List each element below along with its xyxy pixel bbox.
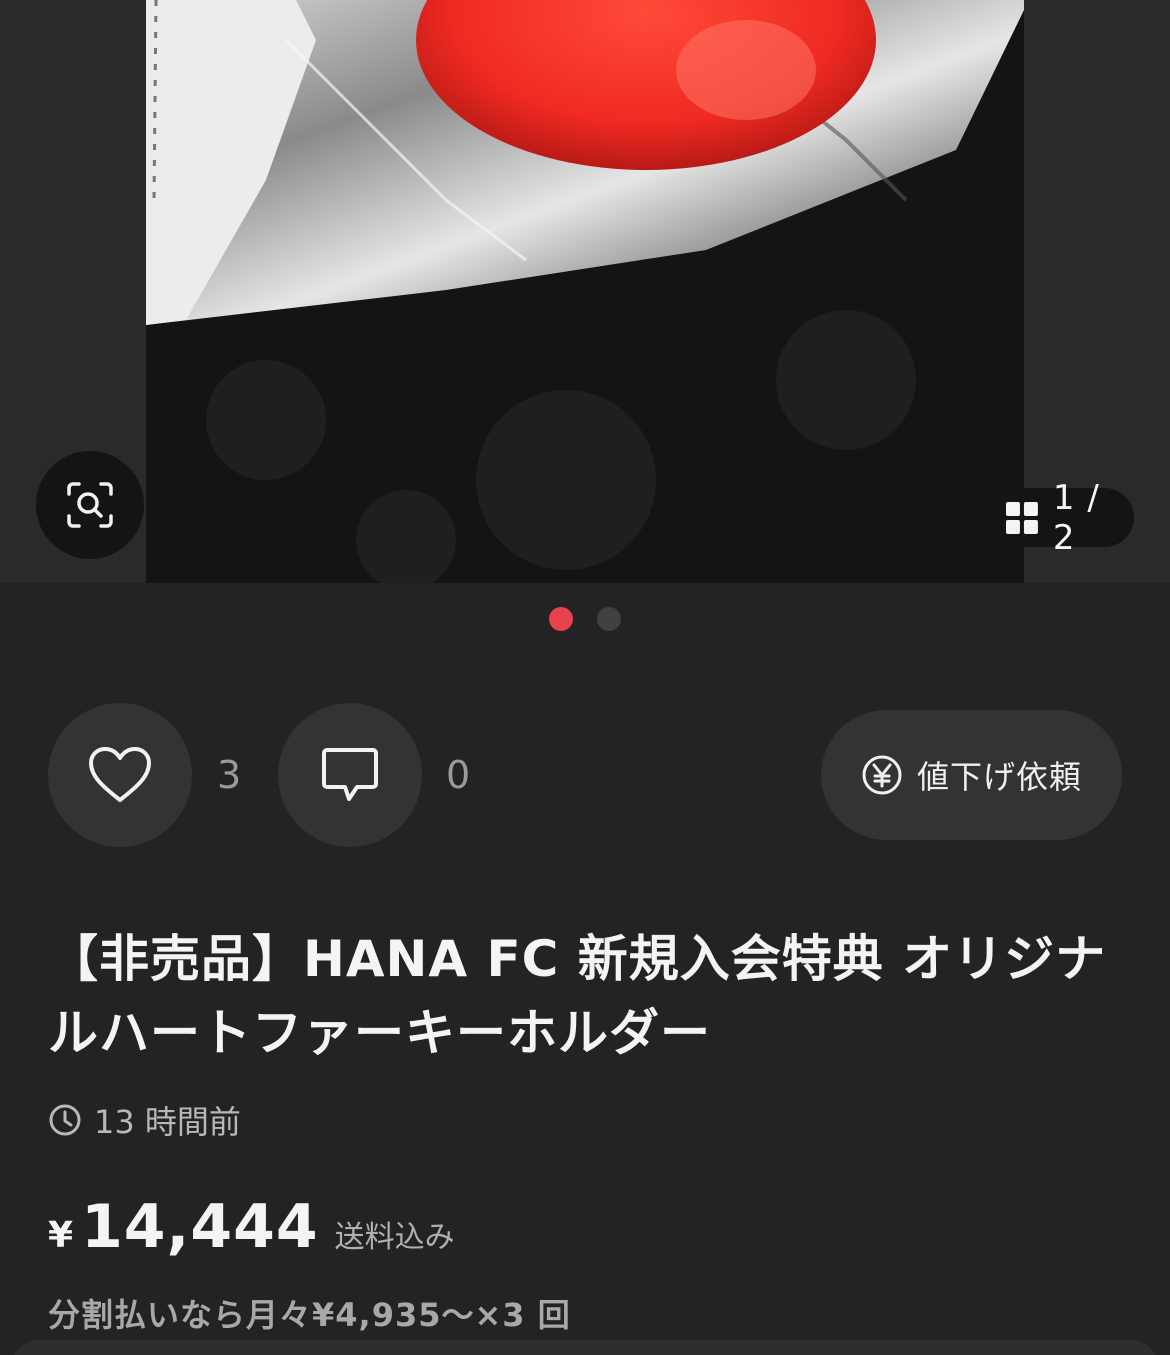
- posted-time-text: 13 時間前: [94, 1103, 241, 1141]
- comment-count: 0: [446, 753, 471, 797]
- pagination-dot-active[interactable]: [549, 607, 573, 631]
- visual-search-icon: [67, 482, 113, 528]
- installment-info[interactable]: 分割払いなら月々¥4,935〜×3 回: [48, 1290, 571, 1336]
- price-request-label: 値下げ依頼: [916, 758, 1082, 796]
- image-counter[interactable]: 1 / 2: [987, 478, 1134, 558]
- item-price: 14,444: [81, 1192, 319, 1262]
- price-row: ¥ 14,444 送料込み: [48, 1192, 455, 1262]
- like-count: 3: [217, 753, 242, 797]
- grid-icon: [1005, 501, 1038, 534]
- pagination-dots: [0, 607, 1170, 631]
- product-photo-illustration: [146, 0, 1024, 583]
- posted-time: 13 時間前: [48, 1098, 241, 1142]
- shipping-note: 送料込み: [334, 1220, 455, 1255]
- image-counter-text: 1 / 2: [1052, 477, 1100, 558]
- pagination-dot[interactable]: [597, 607, 621, 631]
- comment-button[interactable]: [278, 703, 422, 847]
- yen-circle-icon: [862, 755, 902, 795]
- price-request-button[interactable]: 値下げ依頼: [821, 710, 1122, 840]
- image-gallery[interactable]: 1 / 2: [0, 0, 1170, 583]
- heart-icon: [89, 747, 151, 802]
- bottom-sheet: [10, 1340, 1160, 1355]
- comment-icon: [322, 748, 378, 801]
- clock-icon: [49, 1104, 81, 1136]
- item-title: 【非売品】HANA FC 新規入会特典 オリジナルハートファーキーホルダー: [48, 930, 1107, 1062]
- visual-search-button[interactable]: [36, 451, 144, 559]
- product-photo[interactable]: [146, 0, 1024, 583]
- like-button[interactable]: [48, 703, 192, 847]
- currency-symbol: ¥: [48, 1215, 74, 1256]
